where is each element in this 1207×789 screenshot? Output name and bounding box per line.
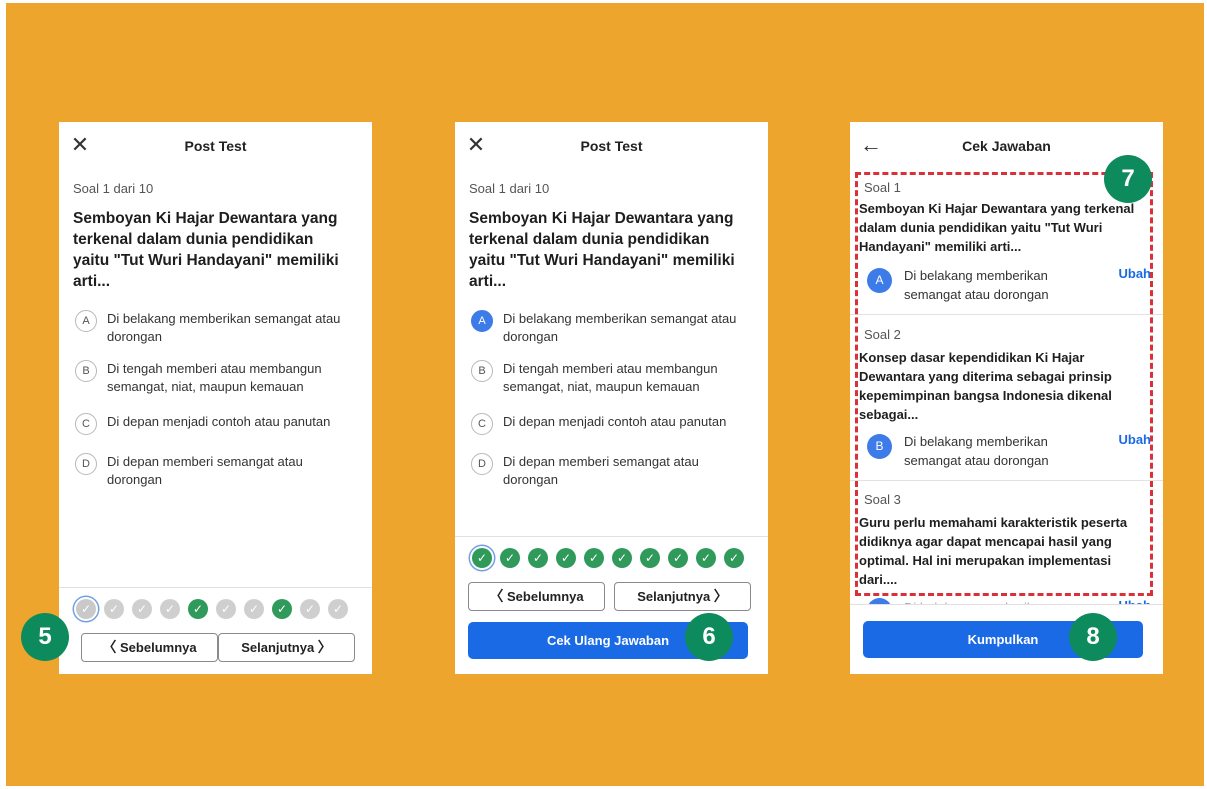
answer-letter: B: [867, 434, 892, 459]
progress-dot[interactable]: ✓: [160, 599, 180, 619]
review-question-label: Soal 1: [864, 180, 901, 195]
option-text: Di tengah memberi atau membangun semanga…: [503, 361, 718, 394]
step-badge: 5: [21, 613, 69, 661]
previous-label: Sebelumnya: [507, 589, 584, 604]
option-letter: B: [75, 360, 97, 382]
page-title: Post Test: [580, 138, 643, 154]
chevron-right-icon: 〉: [317, 639, 332, 655]
progress-dot-done[interactable]: ✓: [696, 548, 716, 568]
previous-label: Sebelumnya: [120, 640, 197, 655]
option-text: Di depan menjadi contoh atau panutan: [107, 414, 331, 429]
answer-text: Di belakang memberikan semangat atau dor…: [904, 268, 1049, 302]
answer-review-screen: ← Cek Jawaban Soal 1 Semboyan Ki Hajar D…: [850, 122, 1163, 674]
option-letter: C: [471, 413, 493, 435]
progress-dot-done[interactable]: ✓: [188, 599, 208, 619]
progress-dot-done[interactable]: ✓: [528, 548, 548, 568]
progress-dot-done[interactable]: ✓: [724, 548, 744, 568]
question-text: Semboyan Ki Hajar Dewantara yang terkena…: [469, 210, 735, 290]
post-test-screen-1: ✕ Post Test Soal 1 dari 10 Semboyan Ki H…: [59, 122, 372, 674]
option-text: Di tengah memberi atau membangun semanga…: [107, 361, 322, 394]
question-counter: Soal 1 dari 10: [469, 181, 550, 196]
review-question-label: Soal 3: [864, 492, 901, 507]
review-question-text: Semboyan Ki Hajar Dewantara yang terkena…: [859, 201, 1135, 254]
background-canvas: ✕ Post Test Soal 1 dari 10 Semboyan Ki H…: [6, 3, 1204, 786]
answer-letter: A: [867, 268, 892, 293]
option-text: Di belakang memberikan semangat atau dor…: [107, 311, 341, 344]
option-letter: D: [75, 453, 97, 475]
question-counter: Soal 1 dari 10: [73, 181, 154, 196]
top-bar: ✕ Post Test: [59, 122, 372, 170]
highlight-badge: 7: [1104, 155, 1152, 203]
divider: [850, 314, 1163, 315]
bottom-nav: ✓ ✓ ✓ ✓ ✓ ✓ ✓ ✓ ✓ ✓ 〈 Sebelumnya Selanju…: [59, 587, 372, 674]
review-question-label: Soal 2: [864, 327, 901, 342]
progress-dot-done[interactable]: ✓: [272, 599, 292, 619]
progress-dot-current[interactable]: ✓: [76, 599, 96, 619]
option-letter: A: [75, 310, 97, 332]
edit-answer-link[interactable]: Ubah: [1119, 266, 1152, 281]
page-title: Post Test: [184, 138, 247, 154]
progress-dot-current[interactable]: ✓: [472, 548, 492, 568]
progress-dot-done[interactable]: ✓: [640, 548, 660, 568]
progress-dot[interactable]: ✓: [104, 599, 124, 619]
progress-dot[interactable]: ✓: [244, 599, 264, 619]
review-question-text: Konsep dasar kependidikan Ki Hajar Dewan…: [859, 350, 1112, 422]
option-letter-selected: A: [471, 310, 493, 332]
next-label: Selanjutnya: [637, 589, 711, 604]
option-text: Di depan memberi semangat atau dorongan: [107, 454, 303, 487]
option-letter: B: [471, 360, 493, 382]
progress-dot-done[interactable]: ✓: [500, 548, 520, 568]
progress-dot[interactable]: ✓: [216, 599, 236, 619]
progress-dot-done[interactable]: ✓: [584, 548, 604, 568]
progress-dot-done[interactable]: ✓: [612, 548, 632, 568]
divider: [850, 480, 1163, 481]
post-test-screen-2: ✕ Post Test Soal 1 dari 10 Semboyan Ki H…: [455, 122, 768, 674]
step-badge: 6: [685, 613, 733, 661]
chevron-left-icon: 〈: [102, 639, 117, 655]
option-text: Di belakang memberikan semangat atau dor…: [503, 311, 737, 344]
review-question-text: Guru perlu memahami karakteristik pesert…: [859, 515, 1128, 587]
step-badge: 8: [1069, 613, 1117, 661]
progress-dot[interactable]: ✓: [132, 599, 152, 619]
answer-text: Di belakang memberikan semangat atau dor…: [904, 434, 1049, 468]
progress-dot-done[interactable]: ✓: [668, 548, 688, 568]
progress-dot-done[interactable]: ✓: [556, 548, 576, 568]
top-bar: ✕ Post Test: [455, 122, 768, 170]
previous-button[interactable]: 〈 Sebelumnya: [468, 582, 605, 611]
option-text: Di depan memberi semangat atau dorongan: [503, 454, 699, 487]
question-text: Semboyan Ki Hajar Dewantara yang terkena…: [73, 210, 339, 290]
progress-dot[interactable]: ✓: [328, 599, 348, 619]
previous-button[interactable]: 〈 Sebelumnya: [81, 633, 218, 662]
option-text: Di depan menjadi contoh atau panutan: [503, 414, 727, 429]
option-letter: D: [471, 453, 493, 475]
chevron-right-icon: 〉: [713, 588, 728, 604]
progress-dot[interactable]: ✓: [300, 599, 320, 619]
option-letter: C: [75, 413, 97, 435]
next-button[interactable]: Selanjutnya 〉: [218, 633, 355, 662]
page-title: Cek Jawaban: [962, 138, 1051, 154]
edit-answer-link[interactable]: Ubah: [1119, 432, 1152, 447]
chevron-left-icon: 〈: [489, 588, 504, 604]
next-button[interactable]: Selanjutnya 〉: [614, 582, 751, 611]
next-label: Selanjutnya: [241, 640, 315, 655]
